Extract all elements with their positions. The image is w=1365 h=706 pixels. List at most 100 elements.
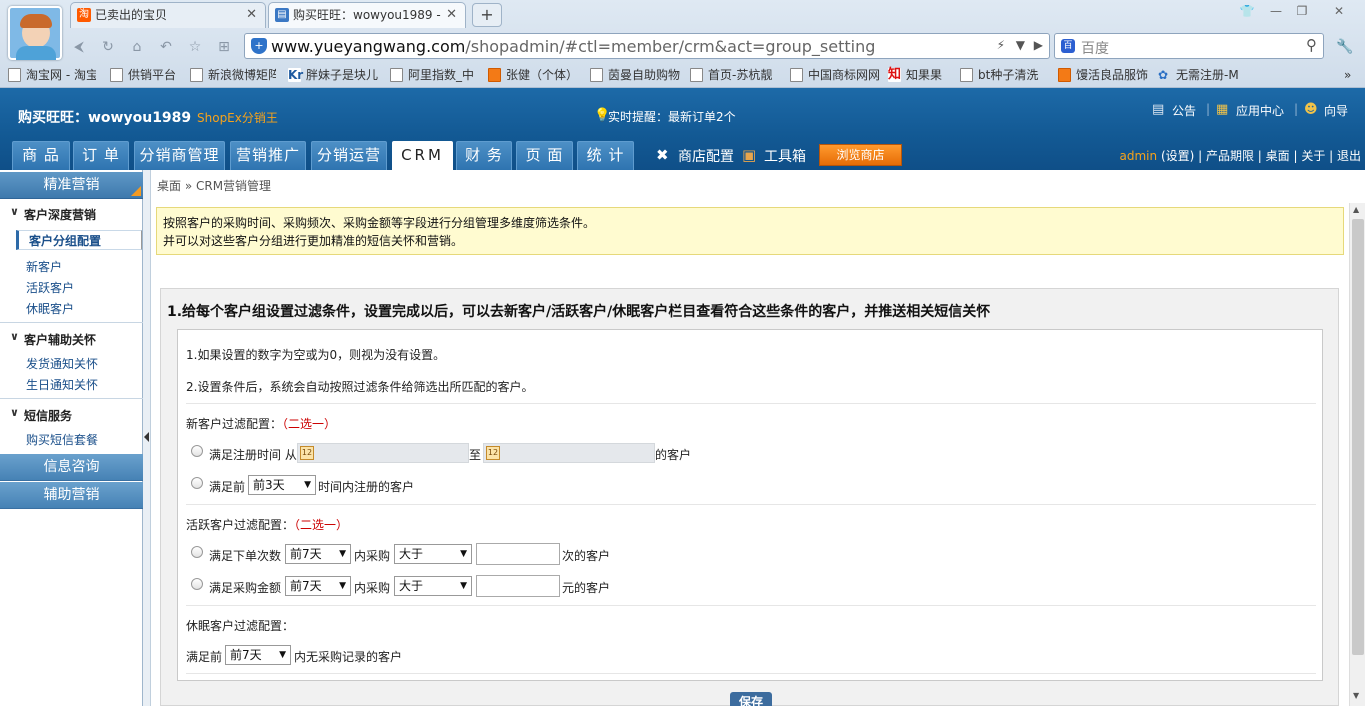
dropdown-icon[interactable]: ▼: [1016, 38, 1025, 52]
date-to-input[interactable]: 12: [483, 443, 655, 463]
divider: [0, 398, 143, 399]
tab-operations[interactable]: 分销运营: [311, 141, 387, 170]
sidebar-item-group-config[interactable]: 客户分组配置: [16, 230, 142, 250]
scrollbar-thumb[interactable]: [1352, 219, 1364, 655]
tab-orders[interactable]: 订 单: [73, 141, 129, 170]
new-tab-button[interactable]: +: [472, 3, 502, 27]
sidebar-item-dormant-customers[interactable]: 休眠客户: [26, 300, 74, 317]
sidebar-header[interactable]: 精准营销: [0, 172, 143, 199]
bookmark-item[interactable]: 知知果果: [888, 67, 942, 83]
dormant-period-select[interactable]: 前7天 ▼: [225, 645, 291, 665]
maximize-icon[interactable]: ❐: [1291, 2, 1313, 20]
sidebar-group-deep-marketing[interactable]: ∨ 客户深度营销: [10, 205, 96, 223]
sidebar-section-info[interactable]: 信息咨询: [0, 454, 143, 481]
bookmark-item[interactable]: 首页-苏杭靓: [690, 67, 780, 83]
bookmark-item[interactable]: 中国商标网网: [790, 67, 880, 83]
sidebar-item-active-customers[interactable]: 活跃客户: [26, 279, 74, 296]
tab-stats[interactable]: 统 计: [577, 141, 634, 170]
guide-link[interactable]: ☻ 向导: [1304, 102, 1348, 119]
bookmark-item[interactable]: 供销平台: [110, 67, 176, 83]
lightbulb-icon: 💡: [594, 108, 611, 123]
bookmark-page-icon: [960, 68, 973, 82]
bookmark-item[interactable]: 淘宝网 - 淘宝: [8, 67, 96, 83]
url-text[interactable]: www.yueyangwang.com/shopadmin/#ctl=membe…: [271, 37, 875, 56]
option-label: 内采购: [354, 581, 391, 595]
bookmark-item[interactable]: 茵曼自助购物: [590, 67, 680, 83]
bookmark-item[interactable]: Kr 胖妹子是块儿: [288, 67, 378, 83]
toolbox-link[interactable]: ▣ 工具箱: [742, 146, 806, 166]
undo-icon[interactable]: ↶: [155, 36, 177, 58]
bookmark-item[interactable]: 馒活良品服饰: [1058, 67, 1148, 83]
browser-tab-sold-items[interactable]: 淘 已卖出的宝贝 ✕: [70, 2, 266, 28]
sidebar-section-assist[interactable]: 辅助营销: [0, 482, 143, 509]
alert-text: 实时提醒：最新订单2个: [608, 110, 736, 124]
skin-icon[interactable]: 👕: [1236, 2, 1258, 20]
browse-store-button[interactable]: 浏览商店: [819, 144, 902, 166]
tab-goods[interactable]: 商 品: [12, 141, 70, 170]
collapse-arrow-icon[interactable]: [144, 432, 149, 442]
radio-new-by-period[interactable]: [191, 477, 203, 489]
bookmark-item[interactable]: bt种子清洗: [960, 67, 1048, 83]
sidebar-item-new-customers[interactable]: 新客户: [26, 258, 62, 275]
realtime-alert[interactable]: 💡 实时提醒：最新订单2个: [594, 108, 736, 125]
bookmark-item[interactable]: 新浪微博矩阵: [190, 67, 276, 83]
close-window-icon[interactable]: ✕: [1328, 2, 1350, 20]
page-scrollbar[interactable]: ▲ ▼: [1349, 203, 1365, 706]
active-count-compare-select[interactable]: 大于 ▼: [394, 544, 472, 564]
tools-wrench-icon[interactable]: 🔧: [1334, 36, 1356, 58]
store-config-link[interactable]: ✖ 商店配置: [656, 146, 734, 166]
active-count-period-select[interactable]: 前7天 ▼: [285, 544, 351, 564]
minimize-icon[interactable]: —: [1265, 2, 1287, 20]
back-icon[interactable]: ⮜: [68, 36, 90, 58]
refresh-icon[interactable]: ↻: [97, 36, 119, 58]
admin-username[interactable]: admin: [1120, 149, 1158, 163]
sidebar-item-shipping-care[interactable]: 发货通知关怀: [26, 355, 98, 372]
tab-distributor[interactable]: 分销商管理: [134, 141, 225, 170]
radio-new-by-date[interactable]: [191, 445, 203, 457]
radio-active-by-count[interactable]: [191, 546, 203, 558]
bookmark-item[interactable]: ✿ 无需注册-M: [1158, 67, 1246, 83]
sidebar-group-care[interactable]: ∨ 客户辅助关怀: [10, 330, 96, 348]
user-links[interactable]: admin (设置) | 产品期限 | 桌面 | 关于 | 退出: [1120, 147, 1362, 164]
lightning-icon[interactable]: ⚡: [997, 38, 1005, 52]
tab-pages[interactable]: 页 面: [516, 141, 573, 170]
tab-promotion[interactable]: 营销推广: [230, 141, 306, 170]
apps-grid-icon[interactable]: ⊞: [213, 36, 235, 58]
announcement-link[interactable]: ▤ 公告: [1152, 102, 1196, 119]
user-avatar[interactable]: [8, 6, 62, 60]
sidebar-item-buy-sms[interactable]: 购买短信套餐: [26, 431, 98, 448]
new-period-select[interactable]: 前3天 ▼: [248, 475, 316, 495]
search-input[interactable]: 百度: [1081, 38, 1109, 58]
favorite-star-icon[interactable]: ☆: [184, 36, 206, 58]
user-link-list[interactable]: (设置) | 产品期限 | 桌面 | 关于 | 退出: [1161, 149, 1361, 163]
kr-icon: Kr: [288, 68, 304, 82]
close-tab-icon[interactable]: ✕: [246, 3, 257, 27]
search-icon[interactable]: ⚲: [1306, 36, 1317, 54]
sidebar-group-sms[interactable]: ∨ 短信服务: [10, 406, 72, 424]
scroll-down-icon[interactable]: ▼: [1353, 691, 1359, 700]
calendar-icon[interactable]: 12: [486, 446, 500, 460]
sidebar-item-birthday-care[interactable]: 生日通知关怀: [26, 376, 98, 393]
browser-tab-current[interactable]: ▤ 购买旺旺：wowyou1989 - ✕: [268, 2, 466, 28]
active-amount-compare-select[interactable]: 大于 ▼: [394, 576, 472, 596]
save-button[interactable]: 保存: [730, 692, 772, 706]
bookmarks-more[interactable]: »: [1344, 67, 1351, 83]
radio-active-by-amount[interactable]: [191, 578, 203, 590]
order-count-input[interactable]: [476, 543, 560, 565]
calendar-icon[interactable]: 12: [300, 446, 314, 460]
date-from-input[interactable]: 12: [297, 443, 469, 463]
active-amount-period-select[interactable]: 前7天 ▼: [285, 576, 351, 596]
sidebar-splitter[interactable]: [143, 170, 151, 706]
search-box[interactable]: 百 百度 ⚲: [1054, 33, 1324, 59]
purchase-amount-input[interactable]: [476, 575, 560, 597]
bookmark-item[interactable]: 阿里指数_中: [390, 67, 478, 83]
home-icon[interactable]: ⌂: [126, 36, 148, 58]
scroll-up-icon[interactable]: ▲: [1353, 205, 1359, 214]
address-bar[interactable]: + www.yueyangwang.com/shopadmin/#ctl=mem…: [244, 33, 1050, 59]
app-center-link[interactable]: ▦ 应用中心: [1216, 102, 1284, 119]
tab-crm[interactable]: CRM: [392, 141, 453, 170]
close-tab-icon[interactable]: ✕: [446, 3, 457, 27]
bookmark-item[interactable]: 张健（个体）: [488, 67, 578, 83]
tab-finance[interactable]: 财 务: [456, 141, 512, 170]
go-icon[interactable]: ▶: [1034, 38, 1043, 52]
